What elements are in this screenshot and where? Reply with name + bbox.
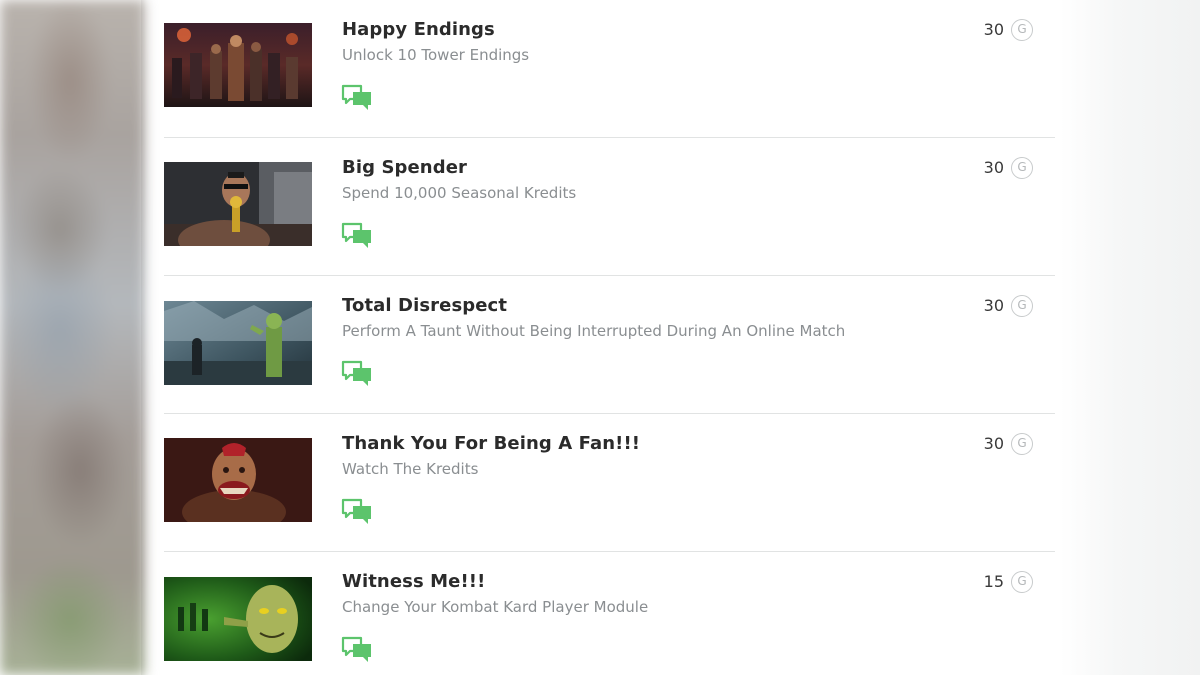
comments-icon[interactable] [341, 360, 373, 388]
achievement-row[interactable]: Total Disrespect Perform A Taunt Without… [164, 276, 1055, 414]
thumb-witness-me [164, 577, 312, 661]
background-blur-left [0, 0, 145, 675]
achievement-points: 30 [983, 158, 1004, 177]
achievement-title[interactable]: Total Disrespect [342, 295, 507, 316]
achievement-description: Spend 10,000 Seasonal Kredits [342, 184, 577, 202]
thumb-total-disrespect [164, 301, 312, 385]
gamerscore-icon: G [1011, 433, 1033, 455]
achievement-title[interactable]: Happy Endings [342, 19, 495, 40]
gamerscore-icon: G [1011, 19, 1033, 41]
achievement-thumbnail[interactable] [164, 301, 312, 385]
comments-icon[interactable] [341, 222, 373, 250]
page: Happy Endings Unlock 10 Tower Endings 30… [0, 0, 1200, 675]
content-edge-shadow [141, 0, 147, 675]
achievement-thumbnail[interactable] [164, 162, 312, 246]
achievement-points: 30 [983, 20, 1004, 39]
gamerscore-icon: G [1011, 157, 1033, 179]
comments-icon[interactable] [341, 636, 373, 664]
background-right [1060, 0, 1200, 675]
achievement-row[interactable]: Thank You For Being A Fan!!! Watch The K… [164, 414, 1055, 552]
achievement-thumbnail[interactable] [164, 438, 312, 522]
achievement-thumbnail[interactable] [164, 577, 312, 661]
thumb-happy-endings [164, 23, 312, 107]
gamerscore-icon: G [1011, 295, 1033, 317]
achievement-description: Change Your Kombat Kard Player Module [342, 598, 649, 616]
achievement-points: 15 [983, 572, 1004, 591]
comments-icon[interactable] [341, 498, 373, 526]
achievement-points: 30 [983, 434, 1004, 453]
achievement-thumbnail[interactable] [164, 23, 312, 107]
comments-icon[interactable] [341, 84, 373, 112]
achievement-title[interactable]: Big Spender [342, 157, 467, 178]
achievement-list: Happy Endings Unlock 10 Tower Endings 30… [164, 0, 1055, 675]
thumb-big-spender [164, 162, 312, 246]
achievement-description: Watch The Kredits [342, 460, 479, 478]
achievement-description: Unlock 10 Tower Endings [342, 46, 530, 64]
thumb-thank-you [164, 438, 312, 522]
achievement-row[interactable]: Witness Me!!! Change Your Kombat Kard Pl… [164, 552, 1055, 675]
achievement-row[interactable]: Happy Endings Unlock 10 Tower Endings 30… [164, 0, 1055, 138]
achievement-title[interactable]: Thank You For Being A Fan!!! [342, 433, 640, 454]
achievement-description: Perform A Taunt Without Being Interrupte… [342, 322, 846, 340]
achievement-points: 30 [983, 296, 1004, 315]
achievement-row[interactable]: Big Spender Spend 10,000 Seasonal Kredit… [164, 138, 1055, 276]
gamerscore-icon: G [1011, 571, 1033, 593]
achievement-title[interactable]: Witness Me!!! [342, 571, 485, 592]
